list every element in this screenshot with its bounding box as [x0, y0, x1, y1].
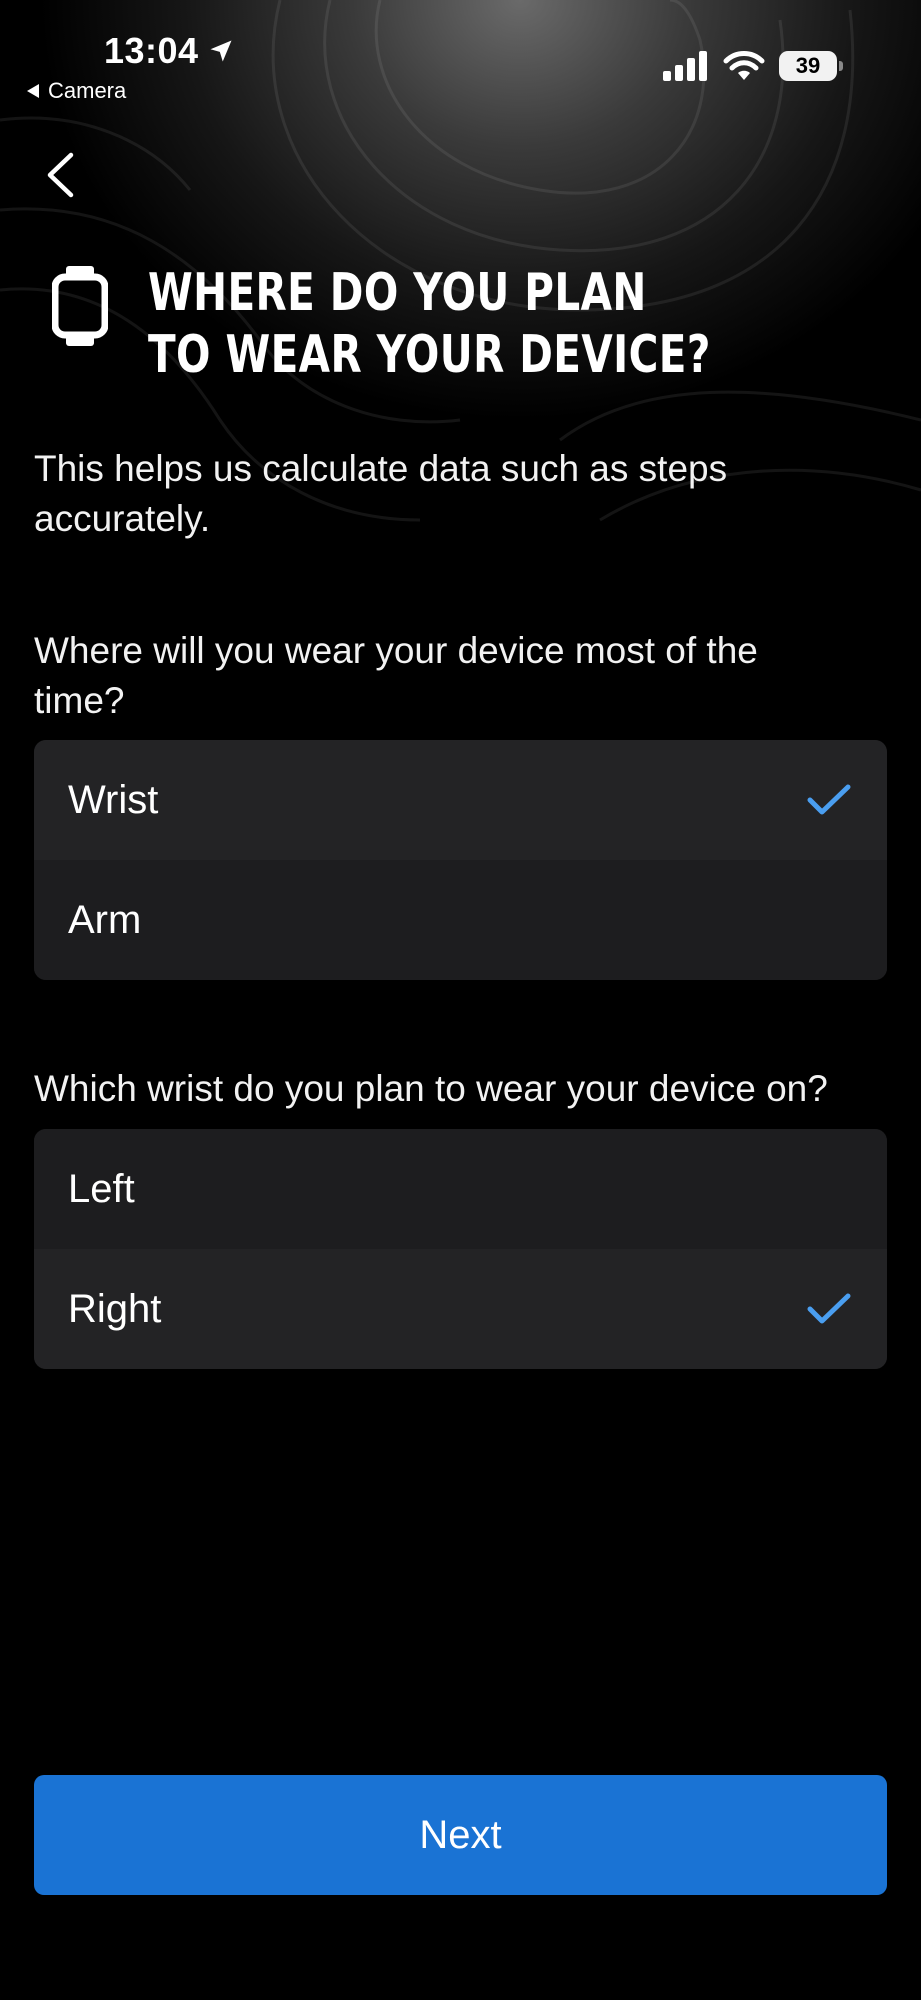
status-back-link[interactable]: Camera	[26, 78, 126, 104]
status-icons: 39	[663, 50, 843, 82]
option-label: Left	[68, 1166, 135, 1211]
location-question-label: Where will you wear your device most of …	[34, 630, 758, 721]
option-right[interactable]: Right	[34, 1249, 887, 1369]
chevron-left-icon	[47, 152, 74, 198]
signal-icon	[663, 51, 707, 81]
back-button[interactable]	[40, 150, 80, 200]
checkmark-icon	[807, 1292, 851, 1326]
location-options: Wrist Arm	[34, 740, 887, 980]
watch-icon	[52, 266, 108, 346]
next-button[interactable]: Next	[34, 1775, 887, 1895]
option-label: Right	[68, 1286, 162, 1331]
status-time: 13:04	[104, 30, 235, 72]
checkmark-icon	[807, 783, 851, 817]
battery-icon: 39	[779, 51, 843, 81]
battery-level: 39	[795, 53, 821, 78]
wifi-icon	[723, 51, 765, 80]
option-label: Arm	[68, 897, 142, 942]
option-arm[interactable]: Arm	[34, 860, 887, 980]
back-triangle-icon	[27, 84, 39, 98]
status-time-text: 13:04	[104, 30, 199, 71]
page-title: WHERE DO YOU PLAN TO WEAR YOUR DEVICE?	[148, 263, 711, 385]
option-left[interactable]: Left	[34, 1129, 887, 1249]
page-subtitle: This helps us calculate data such as ste…	[34, 448, 728, 539]
wrist-options: Left Right	[34, 1129, 887, 1369]
status-back-app: Camera	[48, 78, 127, 103]
option-label: Wrist	[68, 777, 159, 822]
title-row: WHERE DO YOU PLAN TO WEAR YOUR DEVICE?	[52, 262, 881, 386]
wrist-question-label: Which wrist do you plan to wear your dev…	[34, 1068, 828, 1109]
option-wrist[interactable]: Wrist	[34, 740, 887, 860]
location-arrow-icon	[210, 40, 232, 62]
